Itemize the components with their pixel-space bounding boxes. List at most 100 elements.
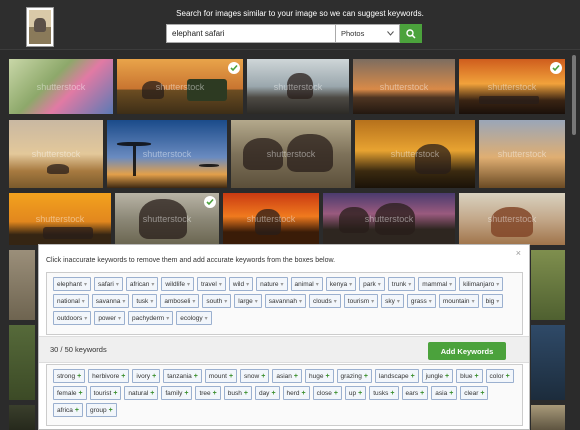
keyword-label: african [129, 280, 150, 288]
selected-keyword-tag[interactable]: mammal ▾ [418, 277, 457, 291]
suggested-keyword-tag[interactable]: grazing + [336, 369, 372, 383]
image-result[interactable]: shutterstock [9, 120, 103, 188]
suggested-keyword-tag[interactable]: day + [254, 386, 280, 400]
suggested-keyword-tag[interactable]: landscape + [374, 369, 419, 383]
suggested-keyword-tag[interactable]: female + [53, 386, 87, 400]
selected-keyword-tag[interactable]: amboseli ▾ [160, 294, 200, 308]
image-result[interactable]: shutterstock [459, 59, 565, 114]
suggested-keyword-tag[interactable]: strong + [53, 369, 86, 383]
add-icon: + [113, 389, 118, 397]
selected-keyword-tag[interactable]: savannah ▾ [264, 294, 306, 308]
selected-keyword-tag[interactable]: clouds ▾ [308, 294, 341, 308]
image-result[interactable]: shutterstock [9, 193, 111, 245]
keyword-label: pachyderm [132, 314, 165, 322]
suggested-keyword-tag[interactable]: ivory + [132, 369, 161, 383]
selected-keyword-tag[interactable]: wildlife ▾ [161, 277, 194, 291]
keyword-label: tusks [373, 389, 389, 397]
keyword-suggestion-panel: × Click inaccurate keywords to remove th… [38, 244, 530, 430]
selected-keyword-tag[interactable]: tusk ▾ [132, 294, 158, 308]
suggested-keyword-tag[interactable]: ears + [401, 386, 429, 400]
image-result[interactable]: shutterstock [107, 120, 227, 188]
suggested-keyword-tag[interactable]: tourist + [89, 386, 122, 400]
media-type-select[interactable]: Photos [336, 24, 400, 43]
image-result[interactable]: shutterstock [9, 59, 113, 114]
suggested-keyword-tag[interactable]: asia + [431, 386, 458, 400]
suggested-keyword-tag[interactable]: asian + [272, 369, 302, 383]
selected-keyword-tag[interactable]: pachyderm ▾ [128, 311, 174, 325]
selected-keyword-tag[interactable]: power ▾ [94, 311, 126, 325]
selected-keyword-tag[interactable]: wild ▾ [228, 277, 254, 291]
selected-keyword-tag[interactable]: elephant ▾ [53, 277, 91, 291]
selected-keyword-tag[interactable]: animal ▾ [290, 277, 323, 291]
suggested-keyword-tag[interactable]: tanzania + [163, 369, 202, 383]
keyword-label: herbivore [92, 372, 120, 380]
selected-keyword-tag[interactable]: savanna ▾ [91, 294, 130, 308]
image-result[interactable] [531, 325, 565, 400]
add-icon: + [505, 372, 510, 380]
image-result[interactable]: shutterstock [223, 193, 319, 245]
selected-keyword-tag[interactable]: south ▾ [202, 294, 232, 308]
selected-keyword-tag[interactable]: tourism ▾ [343, 294, 379, 308]
selected-keyword-tag[interactable]: ecology ▾ [176, 311, 212, 325]
suggested-keyword-tag[interactable]: mount + [204, 369, 238, 383]
selected-keyword-tag[interactable]: grass ▾ [406, 294, 436, 308]
add-icon: + [480, 389, 485, 397]
selected-keyword-tag[interactable]: african ▾ [125, 277, 159, 291]
suggested-keyword-tag[interactable]: snow + [240, 369, 270, 383]
selected-keyword-tag[interactable]: trunk ▾ [387, 277, 416, 291]
suggested-keyword-tag[interactable]: africa + [53, 403, 83, 417]
suggested-keyword-tag[interactable]: huge + [304, 369, 334, 383]
close-icon[interactable]: × [516, 248, 521, 258]
image-result[interactable] [9, 325, 35, 400]
suggested-keyword-tag[interactable]: up + [344, 386, 367, 400]
image-result[interactable]: shutterstock [355, 120, 475, 188]
image-result[interactable]: shutterstock [247, 59, 349, 114]
scrollbar[interactable] [572, 55, 576, 135]
image-result[interactable]: shutterstock [459, 193, 565, 245]
suggested-keyword-tag[interactable]: herd + [282, 386, 310, 400]
image-result[interactable]: shutterstock [231, 120, 351, 188]
selected-keyword-tag[interactable]: safari ▾ [93, 277, 123, 291]
keyword-label: clear [464, 389, 479, 397]
image-result[interactable] [9, 405, 35, 430]
search-button[interactable] [400, 24, 422, 43]
add-keywords-button[interactable]: Add Keywords [428, 342, 506, 360]
uploaded-image-thumbnail[interactable] [26, 7, 54, 47]
image-result[interactable] [531, 405, 565, 430]
image-result[interactable]: shutterstock [323, 193, 455, 245]
suggested-keyword-tag[interactable]: blue + [456, 369, 483, 383]
selected-keyword-tag[interactable]: mountain ▾ [438, 294, 479, 308]
suggested-keyword-tag[interactable]: bush + [223, 386, 252, 400]
image-result[interactable] [9, 250, 35, 320]
image-result[interactable]: shutterstock [479, 120, 565, 188]
suggested-keyword-tag[interactable]: clear + [460, 386, 489, 400]
suggested-keyword-tag[interactable]: group + [86, 403, 117, 417]
suggested-keyword-tag[interactable]: family + [161, 386, 193, 400]
suggested-keyword-tag[interactable]: tree + [195, 386, 221, 400]
suggested-keyword-tag[interactable]: color + [485, 369, 514, 383]
selected-keyword-tag[interactable]: nature ▾ [256, 277, 288, 291]
image-result[interactable] [531, 250, 565, 320]
keyword-count: 30 / 50 keywords [50, 345, 107, 354]
selected-keyword-tag[interactable]: outdoors ▾ [53, 311, 92, 325]
selected-keyword-tag[interactable]: sky ▾ [381, 294, 404, 308]
suggested-keyword-tag[interactable]: natural + [124, 386, 159, 400]
selected-keyword-tag[interactable]: national ▾ [53, 294, 89, 308]
image-result[interactable]: shutterstock [353, 59, 455, 114]
suggested-keyword-tag[interactable]: close + [312, 386, 342, 400]
selected-keyword-tag[interactable]: kilimanjaro ▾ [459, 277, 504, 291]
selected-keyword-tag[interactable]: travel ▾ [196, 277, 226, 291]
remove-icon: ▾ [204, 315, 208, 322]
keyword-label: female [57, 389, 77, 397]
image-result[interactable]: shutterstock [117, 59, 243, 114]
search-icon [406, 28, 416, 39]
selected-keyword-tag[interactable]: park ▾ [359, 277, 385, 291]
selected-keyword-tag[interactable]: kenya ▾ [325, 277, 357, 291]
search-input[interactable] [166, 24, 336, 43]
suggested-keyword-tag[interactable]: herbivore + [88, 369, 130, 383]
suggested-keyword-tag[interactable]: tusks + [369, 386, 399, 400]
suggested-keyword-tag[interactable]: jungle + [421, 369, 454, 383]
selected-keyword-tag[interactable]: big ▾ [481, 294, 504, 308]
selected-keyword-tag[interactable]: large ▾ [234, 294, 262, 308]
image-result[interactable]: shutterstock [115, 193, 219, 245]
